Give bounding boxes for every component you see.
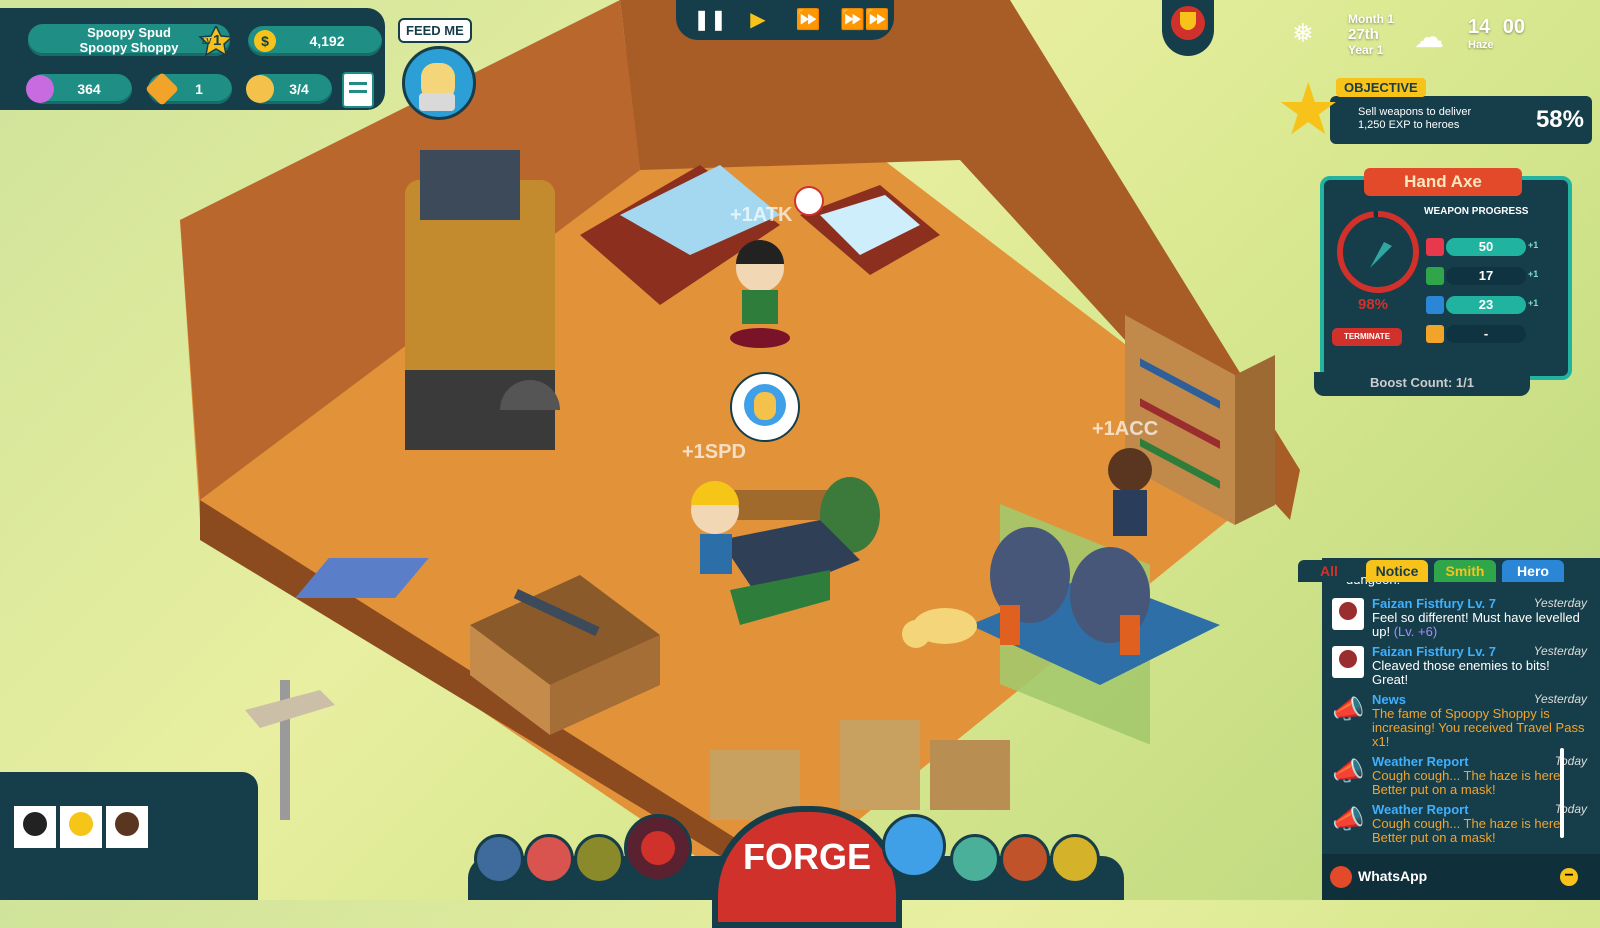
message-text: The fame of Spoopy Shoppy is increasing!… xyxy=(1372,706,1585,749)
objective-percent: 58% xyxy=(1535,106,1584,133)
fastest-forward-button[interactable]: ⏩⏩ xyxy=(840,6,890,34)
minimize-chat-button[interactable]: − xyxy=(1560,868,1578,886)
stat-bonus: +1 xyxy=(1528,298,1539,308)
terminate-button[interactable]: TERMINATE xyxy=(1332,328,1402,346)
gold-display: $ 4,192 xyxy=(248,26,382,56)
worker-icon xyxy=(246,75,274,103)
shop-icon[interactable] xyxy=(524,834,574,884)
boost-count: Boost Count: 1/1 xyxy=(1314,372,1530,396)
grinding-station[interactable] xyxy=(970,515,1220,695)
hero-dispatch-icon[interactable] xyxy=(882,814,946,878)
furnace[interactable] xyxy=(380,140,580,460)
stat-bonus: +1 xyxy=(1528,269,1539,279)
settings-gear-icon[interactable] xyxy=(1050,834,1100,884)
level-badge: LV 1 xyxy=(198,24,234,57)
accuracy-icon xyxy=(1426,296,1444,314)
tickets-display: 1 xyxy=(145,72,232,106)
chat-tab-notice[interactable]: Notice xyxy=(1366,560,1428,582)
floating-atk: +1ATK xyxy=(730,204,793,226)
portrait-smith-1[interactable] xyxy=(12,804,58,850)
weapon-name: Hand Axe xyxy=(1364,168,1522,196)
weapon-progress-percent: 98% xyxy=(1358,296,1389,313)
supply-crates xyxy=(710,720,1010,820)
stats-chart-icon[interactable] xyxy=(474,834,524,884)
player-name: Spoopy Spud xyxy=(87,25,171,40)
shop-name: Spoopy Shoppy xyxy=(79,40,179,55)
haze-weather-icon: ☁ xyxy=(1414,21,1444,54)
chat-message: 📣 News Yesterday The fame of Spoopy Shoppy … xyxy=(1332,692,1587,749)
chat-tab-hero[interactable]: Hero xyxy=(1502,560,1564,582)
chat-message: Faizan Fistfury Lv. 7 Yesterday Feel so di… xyxy=(1332,596,1587,639)
message-text: Cough cough... The haze is here. Better … xyxy=(1372,768,1564,797)
chat-tab-all[interactable]: All xyxy=(1298,560,1360,582)
attack-bubble-icon xyxy=(794,186,824,216)
megaphone-icon: 📣 xyxy=(1332,756,1365,786)
message-time: Yesterday xyxy=(1533,644,1587,658)
floating-spd: +1SPD xyxy=(682,441,746,463)
chat-tab-smith[interactable]: Smith xyxy=(1434,560,1496,582)
chat-message: Faizan Fistfury Lv. 7 Yesterday Cleaved th… xyxy=(1332,644,1587,687)
message-text: Cleaved those enemies to bits! Great! xyxy=(1372,658,1550,687)
magic-icon xyxy=(1426,325,1444,343)
quill-icon[interactable] xyxy=(574,834,624,884)
gold-amount: 4,192 xyxy=(309,33,345,49)
objective-star-icon: ★ xyxy=(1276,70,1341,150)
smith-character-1[interactable] xyxy=(720,228,800,348)
fast-forward-button[interactable]: ⏩ xyxy=(790,6,826,34)
potion-icon[interactable] xyxy=(624,814,692,882)
play-button[interactable]: ▶ xyxy=(740,6,776,34)
calendar: Month 1 27th Year 1 xyxy=(1348,12,1394,57)
storage-icon[interactable] xyxy=(1000,834,1050,884)
chat-panel: dungeon! Faizan Fistfury Lv. 7YesterdayF… xyxy=(1322,558,1600,900)
feed-me-label[interactable]: FEED ME xyxy=(398,18,472,43)
message-time: Yesterday xyxy=(1533,692,1587,706)
objective-panel[interactable]: OBJECTIVE Sell weapons to deliver 1,250 E… xyxy=(1330,78,1592,144)
ore-crate[interactable] xyxy=(470,575,660,735)
speed-icon xyxy=(1426,267,1444,285)
stat-value: 17 xyxy=(1446,267,1526,285)
megaphone-icon: 📣 xyxy=(1332,804,1365,834)
stat-value: 50 xyxy=(1446,238,1526,256)
objective-title: OBJECTIVE xyxy=(1336,78,1426,97)
megaphone-icon: 📣 xyxy=(1332,694,1365,724)
whatsapp-icon xyxy=(1330,866,1352,888)
anvil-station[interactable] xyxy=(660,450,900,630)
hero-avatar xyxy=(1332,646,1364,678)
research-icon[interactable] xyxy=(950,834,1000,884)
message-time: Yesterday xyxy=(1533,596,1587,610)
stat-bonus: +1 xyxy=(1528,240,1539,250)
progress-ring xyxy=(1337,211,1419,293)
message-text: Cough cough... The haze is here. Better … xyxy=(1372,816,1564,845)
coin-icon: $ xyxy=(254,30,276,52)
objective-text: Sell weapons to deliver 1,250 EXP to hero… xyxy=(1358,106,1472,131)
heart-icon xyxy=(26,75,54,103)
clock: 14 00 Haze xyxy=(1468,16,1525,51)
stat-value: 23 xyxy=(1446,296,1526,314)
chat-footer: WhatsApp − xyxy=(1322,854,1600,900)
thought-bubble xyxy=(730,372,800,442)
portrait-smith-2[interactable] xyxy=(58,804,104,850)
weapon-progress-title: WEAPON PROGRESS xyxy=(1424,206,1529,217)
portrait-smith-3[interactable] xyxy=(104,804,150,850)
weapon-progress-panel: Hand Axe WEAPON PROGRESS 98% TERMINATE 5… xyxy=(1320,168,1572,380)
chat-message: 📣 Weather Report Today Cough cough... The h… xyxy=(1332,802,1587,845)
attack-icon xyxy=(1426,238,1444,256)
hero-avatar xyxy=(1332,598,1364,630)
chat-message: 📣 Weather Report Today Cough cough... The h… xyxy=(1332,754,1587,797)
shop-dog[interactable] xyxy=(900,598,980,658)
hearts-display: 364 xyxy=(26,74,132,104)
floating-acc: +1ACC xyxy=(1092,418,1159,440)
message-text: Feel so different! Must have levelled up… xyxy=(1372,610,1580,639)
feed-pet-button[interactable] xyxy=(402,46,476,120)
clipboard-icon[interactable] xyxy=(342,72,374,108)
pause-button[interactable]: ❚❚ xyxy=(692,6,728,34)
season-icon: ❅ xyxy=(1292,18,1314,48)
workers-display: 3/4 xyxy=(246,74,332,104)
trophy-button[interactable] xyxy=(1162,0,1214,56)
stat-value: - xyxy=(1446,325,1526,343)
chat-scrollbar[interactable] xyxy=(1560,748,1564,838)
speed-controls: ❚❚ ▶ ⏩ ⏩⏩ xyxy=(676,0,894,40)
